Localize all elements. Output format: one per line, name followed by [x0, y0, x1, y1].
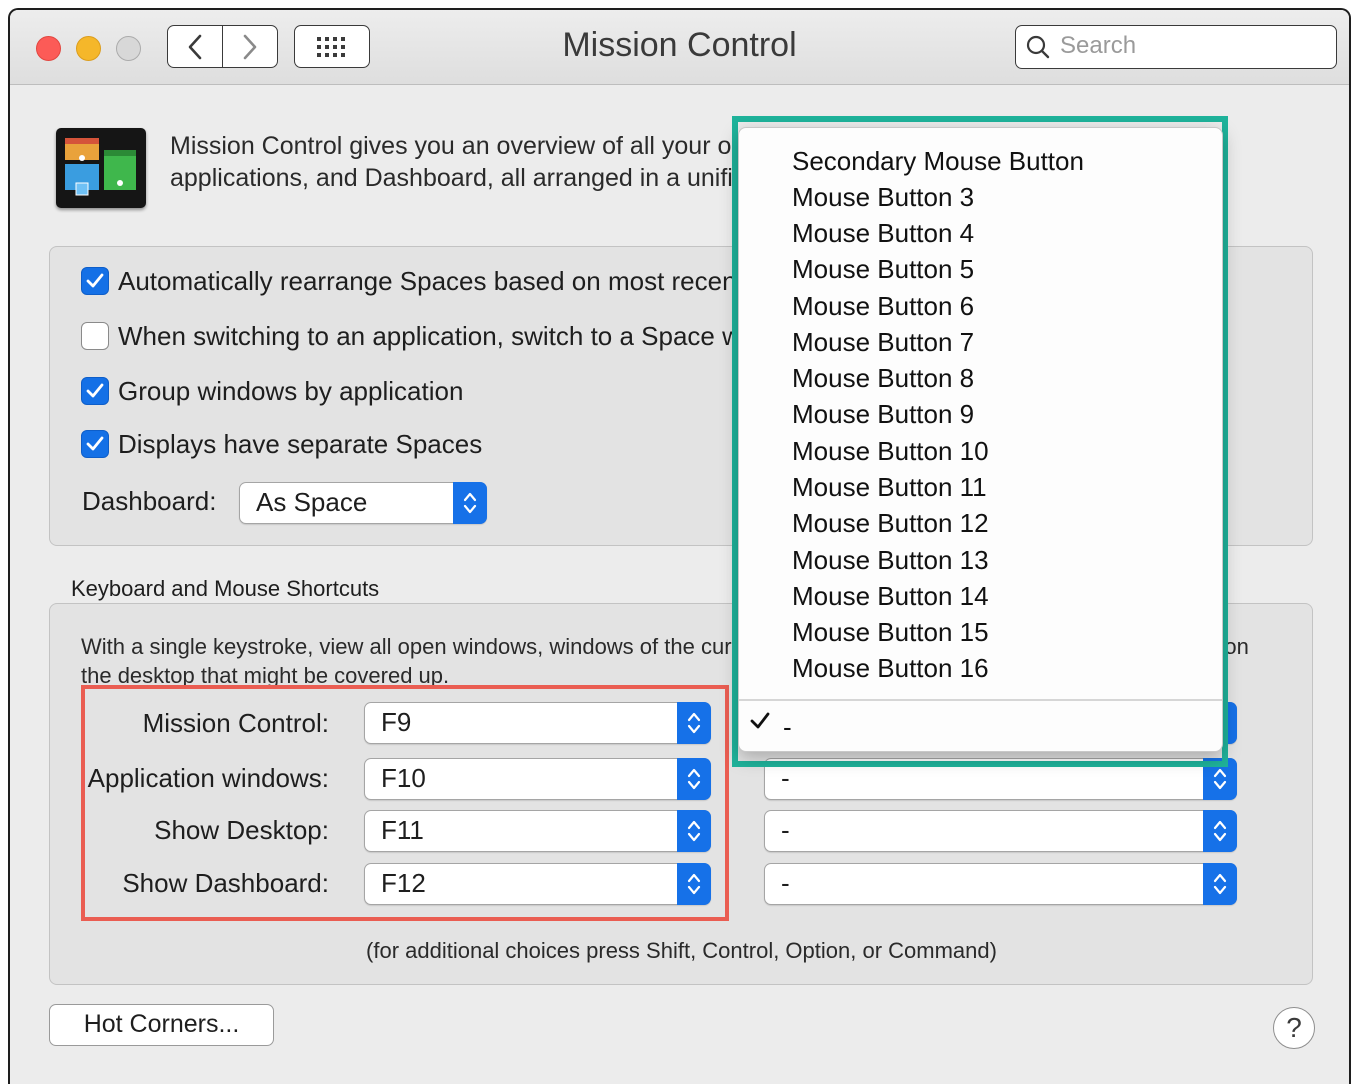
checkbox-checked[interactable] — [81, 430, 109, 458]
menu-item-none-selected[interactable]: - — [783, 712, 792, 743]
up-down-chevron-icon — [677, 810, 711, 852]
keyboard-shortcut-value: F12 — [381, 868, 426, 898]
menu-item-mouse-button-5[interactable]: Mouse Button 5 — [792, 254, 974, 285]
menu-item-mouse-button-6[interactable]: Mouse Button 6 — [792, 291, 974, 322]
mission-control-shortcut-label: Mission Control: — [142, 708, 329, 738]
checkmark-icon — [86, 273, 104, 288]
checkmark-icon — [750, 712, 770, 729]
menu-item-mouse-button-13[interactable]: Mouse Button 13 — [792, 545, 989, 576]
menu-item-mouse-button-3[interactable]: Mouse Button 3 — [792, 182, 974, 213]
dashboard-label: Dashboard: — [82, 486, 217, 516]
title-bar: Mission Control — [10, 10, 1349, 85]
checkmark-icon — [86, 436, 104, 451]
application-windows-keyboard-popup[interactable]: F10 — [364, 758, 711, 800]
mission-control-artwork — [65, 138, 136, 196]
hot-corners-button[interactable]: Hot Corners... — [49, 1004, 274, 1046]
menu-item-secondary-mouse-button[interactable]: Secondary Mouse Button — [792, 146, 1084, 177]
menu-item-mouse-button-11[interactable]: Mouse Button 11 — [792, 472, 987, 503]
option-separate-spaces[interactable]: Displays have separate Spaces — [81, 427, 482, 461]
option-label: Displays have separate Spaces — [118, 428, 483, 459]
keyboard-shortcut-value: F11 — [381, 815, 424, 845]
checkmark-icon — [86, 383, 104, 398]
menu-item-mouse-button-7[interactable]: Mouse Button 7 — [792, 327, 974, 358]
menu-item-mouse-button-4[interactable]: Mouse Button 4 — [792, 218, 974, 249]
up-down-chevron-icon — [677, 863, 711, 905]
search-field[interactable] — [1015, 25, 1337, 69]
menu-item-mouse-button-14[interactable]: Mouse Button 14 — [792, 581, 989, 612]
mouse-shortcut-value: - — [781, 763, 790, 793]
dashboard-popup[interactable]: As Space — [239, 482, 487, 524]
up-down-chevron-icon — [1203, 863, 1237, 905]
mission-control-app-icon — [56, 128, 146, 208]
show-desktop-mouse-popup[interactable]: - — [764, 810, 1237, 852]
up-down-chevron-icon — [453, 482, 487, 524]
up-down-chevron-icon — [1203, 810, 1237, 852]
option-group-windows[interactable]: Group windows by application — [81, 374, 463, 408]
application-windows-shortcut-label: Application windows: — [87, 763, 329, 793]
mouse-button-menu: Secondary Mouse Button Mouse Button 3 Mo… — [738, 127, 1223, 752]
option-label: Group windows by application — [118, 375, 464, 406]
search-icon — [1026, 35, 1050, 59]
mission-control-keyboard-popup[interactable]: F9 — [364, 702, 711, 744]
checkbox-unchecked[interactable] — [81, 322, 109, 350]
shortcuts-footnote: (for additional choices press Shift, Con… — [366, 938, 997, 963]
keyboard-shortcut-value: F9 — [381, 707, 412, 737]
option-rearrange-spaces[interactable]: Automatically rearrange Spaces based on … — [81, 264, 793, 298]
menu-item-mouse-button-8[interactable]: Mouse Button 8 — [792, 363, 974, 394]
dashboard-value: As Space — [256, 487, 368, 517]
menu-item-mouse-button-12[interactable]: Mouse Button 12 — [792, 508, 989, 539]
show-dashboard-keyboard-popup[interactable]: F12 — [364, 863, 711, 905]
menu-separator — [739, 699, 1222, 701]
mouse-shortcut-value: - — [781, 815, 790, 845]
menu-item-mouse-button-9[interactable]: Mouse Button 9 — [792, 399, 974, 430]
checkbox-checked[interactable] — [81, 377, 109, 405]
show-dashboard-mouse-popup[interactable]: - — [764, 863, 1237, 905]
show-desktop-shortcut-label: Show Desktop: — [154, 815, 329, 845]
shortcuts-section-title: Keyboard and Mouse Shortcuts — [71, 576, 380, 601]
option-label: Automatically rearrange Spaces based on … — [118, 265, 793, 296]
search-input[interactable] — [1060, 26, 1320, 66]
up-down-chevron-icon — [677, 702, 711, 744]
mouse-shortcut-value: - — [781, 868, 790, 898]
up-down-chevron-icon — [677, 758, 711, 800]
show-desktop-keyboard-popup[interactable]: F11 — [364, 810, 711, 852]
show-dashboard-shortcut-label: Show Dashboard: — [122, 868, 329, 898]
menu-item-mouse-button-16[interactable]: Mouse Button 16 — [792, 653, 989, 684]
menu-item-mouse-button-15[interactable]: Mouse Button 15 — [792, 617, 989, 648]
checkbox-checked[interactable] — [81, 267, 109, 295]
preferences-window: Mission Control Mission Control gives yo… — [8, 8, 1351, 1084]
keyboard-shortcut-value: F10 — [381, 763, 426, 793]
menu-item-mouse-button-10[interactable]: Mouse Button 10 — [792, 436, 989, 467]
help-button[interactable]: ? — [1273, 1007, 1315, 1049]
